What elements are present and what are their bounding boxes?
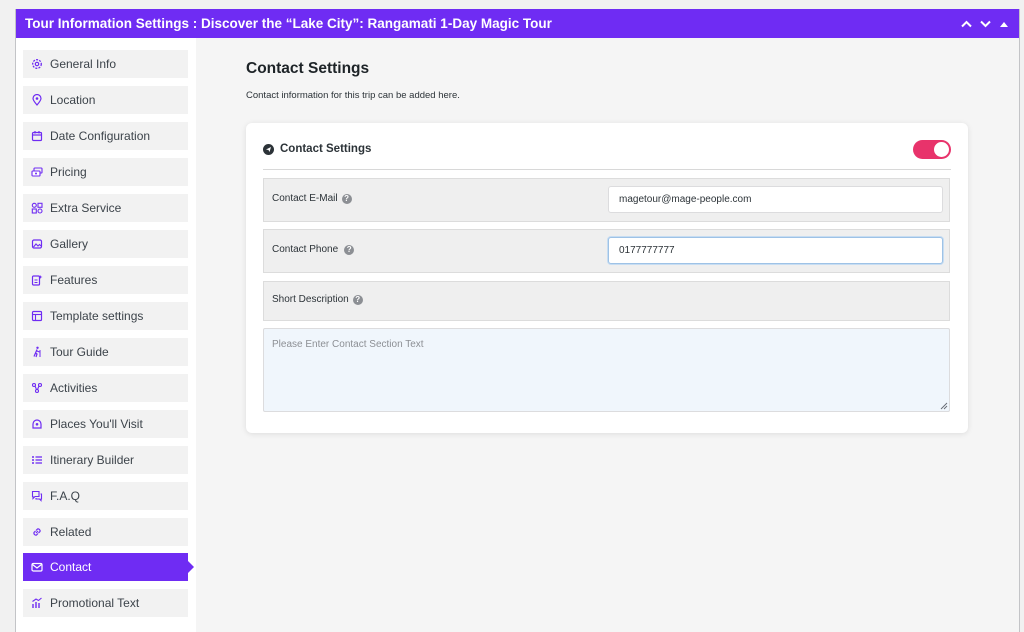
sidebar-item-pricing[interactable]: Pricing — [23, 158, 188, 186]
email-field[interactable] — [608, 186, 943, 213]
help-icon[interactable]: ? — [341, 193, 352, 204]
short-description-label: Short Description — [272, 294, 349, 305]
layout-icon — [31, 310, 43, 322]
panel-controls — [959, 9, 1011, 38]
sidebar-item-label: Pricing — [50, 165, 87, 179]
sidebar: General Info Location Date Configuration… — [16, 38, 196, 632]
panel-title: Tour Information Settings : Discover the… — [25, 16, 552, 31]
sidebar-item-features[interactable]: Features — [23, 266, 188, 294]
chevron-up-icon[interactable] — [959, 17, 973, 31]
help-icon[interactable]: ? — [344, 244, 355, 255]
card-heading-label: Contact Settings — [280, 143, 372, 155]
send-icon — [263, 143, 274, 155]
sidebar-item-label: Features — [50, 273, 98, 287]
help-icon[interactable]: ? — [352, 294, 363, 305]
sidebar-item-label: Tour Guide — [50, 345, 109, 359]
sidebar-item-label: Itinerary Builder — [50, 453, 135, 467]
place-icon — [31, 418, 43, 430]
sidebar-item-label: Template settings — [50, 309, 144, 323]
sidebar-item-promotional-text[interactable]: Promotional Text — [23, 589, 188, 617]
activities-icon — [31, 382, 43, 394]
sidebar-item-template-settings[interactable]: Template settings — [23, 302, 188, 330]
email-row: Contact E-Mail ? — [263, 178, 950, 222]
hiker-icon — [31, 346, 43, 358]
card-heading: Contact Settings — [263, 143, 371, 155]
sidebar-item-label: Activities — [50, 381, 98, 395]
map-pin-icon — [31, 94, 43, 106]
chart-icon — [31, 597, 43, 609]
settings-panel: Tour Information Settings : Discover the… — [15, 9, 1020, 632]
email-label: Contact E-Mail — [272, 193, 338, 204]
short-description-label-group: Short Description ? — [272, 294, 363, 305]
page-description: Contact information for this trip can be… — [246, 90, 460, 101]
sidebar-item-label: Gallery — [50, 237, 89, 251]
contact-toggle[interactable] — [913, 140, 951, 159]
sidebar-item-label: Related — [50, 525, 92, 539]
phone-label-group: Contact Phone ? — [272, 244, 355, 255]
phone-label: Contact Phone — [272, 244, 339, 255]
sidebar-item-label: Places You'll Visit — [50, 417, 143, 431]
sidebar-item-label: Promotional Text — [50, 596, 140, 610]
phone-row: Contact Phone ? — [263, 229, 950, 273]
mail-icon — [31, 561, 43, 573]
sidebar-item-gallery[interactable]: Gallery — [23, 230, 188, 258]
main-content: Contact Settings Contact information for… — [196, 38, 1019, 632]
calendar-icon — [31, 130, 43, 142]
sidebar-item-label: Contact — [50, 560, 92, 574]
resize-handle-icon[interactable] — [940, 402, 948, 410]
sidebar-item-itinerary-builder[interactable]: Itinerary Builder — [23, 446, 188, 474]
sidebar-item-activities[interactable]: Activities — [23, 374, 188, 402]
sidebar-item-extra-service[interactable]: Extra Service — [23, 194, 188, 222]
sidebar-item-label: Extra Service — [50, 201, 122, 215]
contact-text-area[interactable] — [263, 328, 950, 412]
features-icon — [31, 274, 43, 286]
sidebar-item-label: F.A.Q — [50, 489, 81, 503]
faq-icon — [31, 490, 43, 502]
sidebar-item-location[interactable]: Location — [23, 86, 188, 114]
sidebar-item-contact[interactable]: Contact — [23, 553, 194, 581]
sidebar-item-label: Location — [50, 93, 96, 107]
sidebar-item-general-info[interactable]: General Info — [23, 50, 188, 78]
panel-header: Tour Information Settings : Discover the… — [16, 9, 1019, 38]
email-label-group: Contact E-Mail ? — [272, 193, 352, 204]
sidebar-item-related[interactable]: Related — [23, 518, 188, 546]
divider — [263, 169, 951, 170]
toggle-knob — [934, 142, 949, 157]
list-icon — [31, 454, 43, 466]
page-title: Contact Settings — [246, 60, 370, 77]
link-icon — [31, 526, 43, 538]
sidebar-item-label: General Info — [50, 57, 117, 71]
money-icon — [31, 166, 43, 178]
short-description-row: Short Description ? — [263, 281, 950, 321]
phone-field[interactable] — [608, 237, 943, 264]
sidebar-item-date-configuration[interactable]: Date Configuration — [23, 122, 188, 150]
sidebar-item-tour-guide[interactable]: Tour Guide — [23, 338, 188, 366]
caret-up-icon[interactable] — [997, 17, 1011, 31]
sidebar-item-faq[interactable]: F.A.Q — [23, 482, 188, 510]
sidebar-item-places[interactable]: Places You'll Visit — [23, 410, 188, 438]
gear-icon — [31, 58, 43, 70]
image-icon — [31, 238, 43, 250]
grid-plus-icon — [31, 202, 43, 214]
contact-settings-card: Contact Settings Contact E-Mail ? Contac… — [246, 123, 968, 433]
sidebar-item-label: Date Configuration — [50, 129, 151, 143]
chevron-down-icon[interactable] — [978, 17, 992, 31]
